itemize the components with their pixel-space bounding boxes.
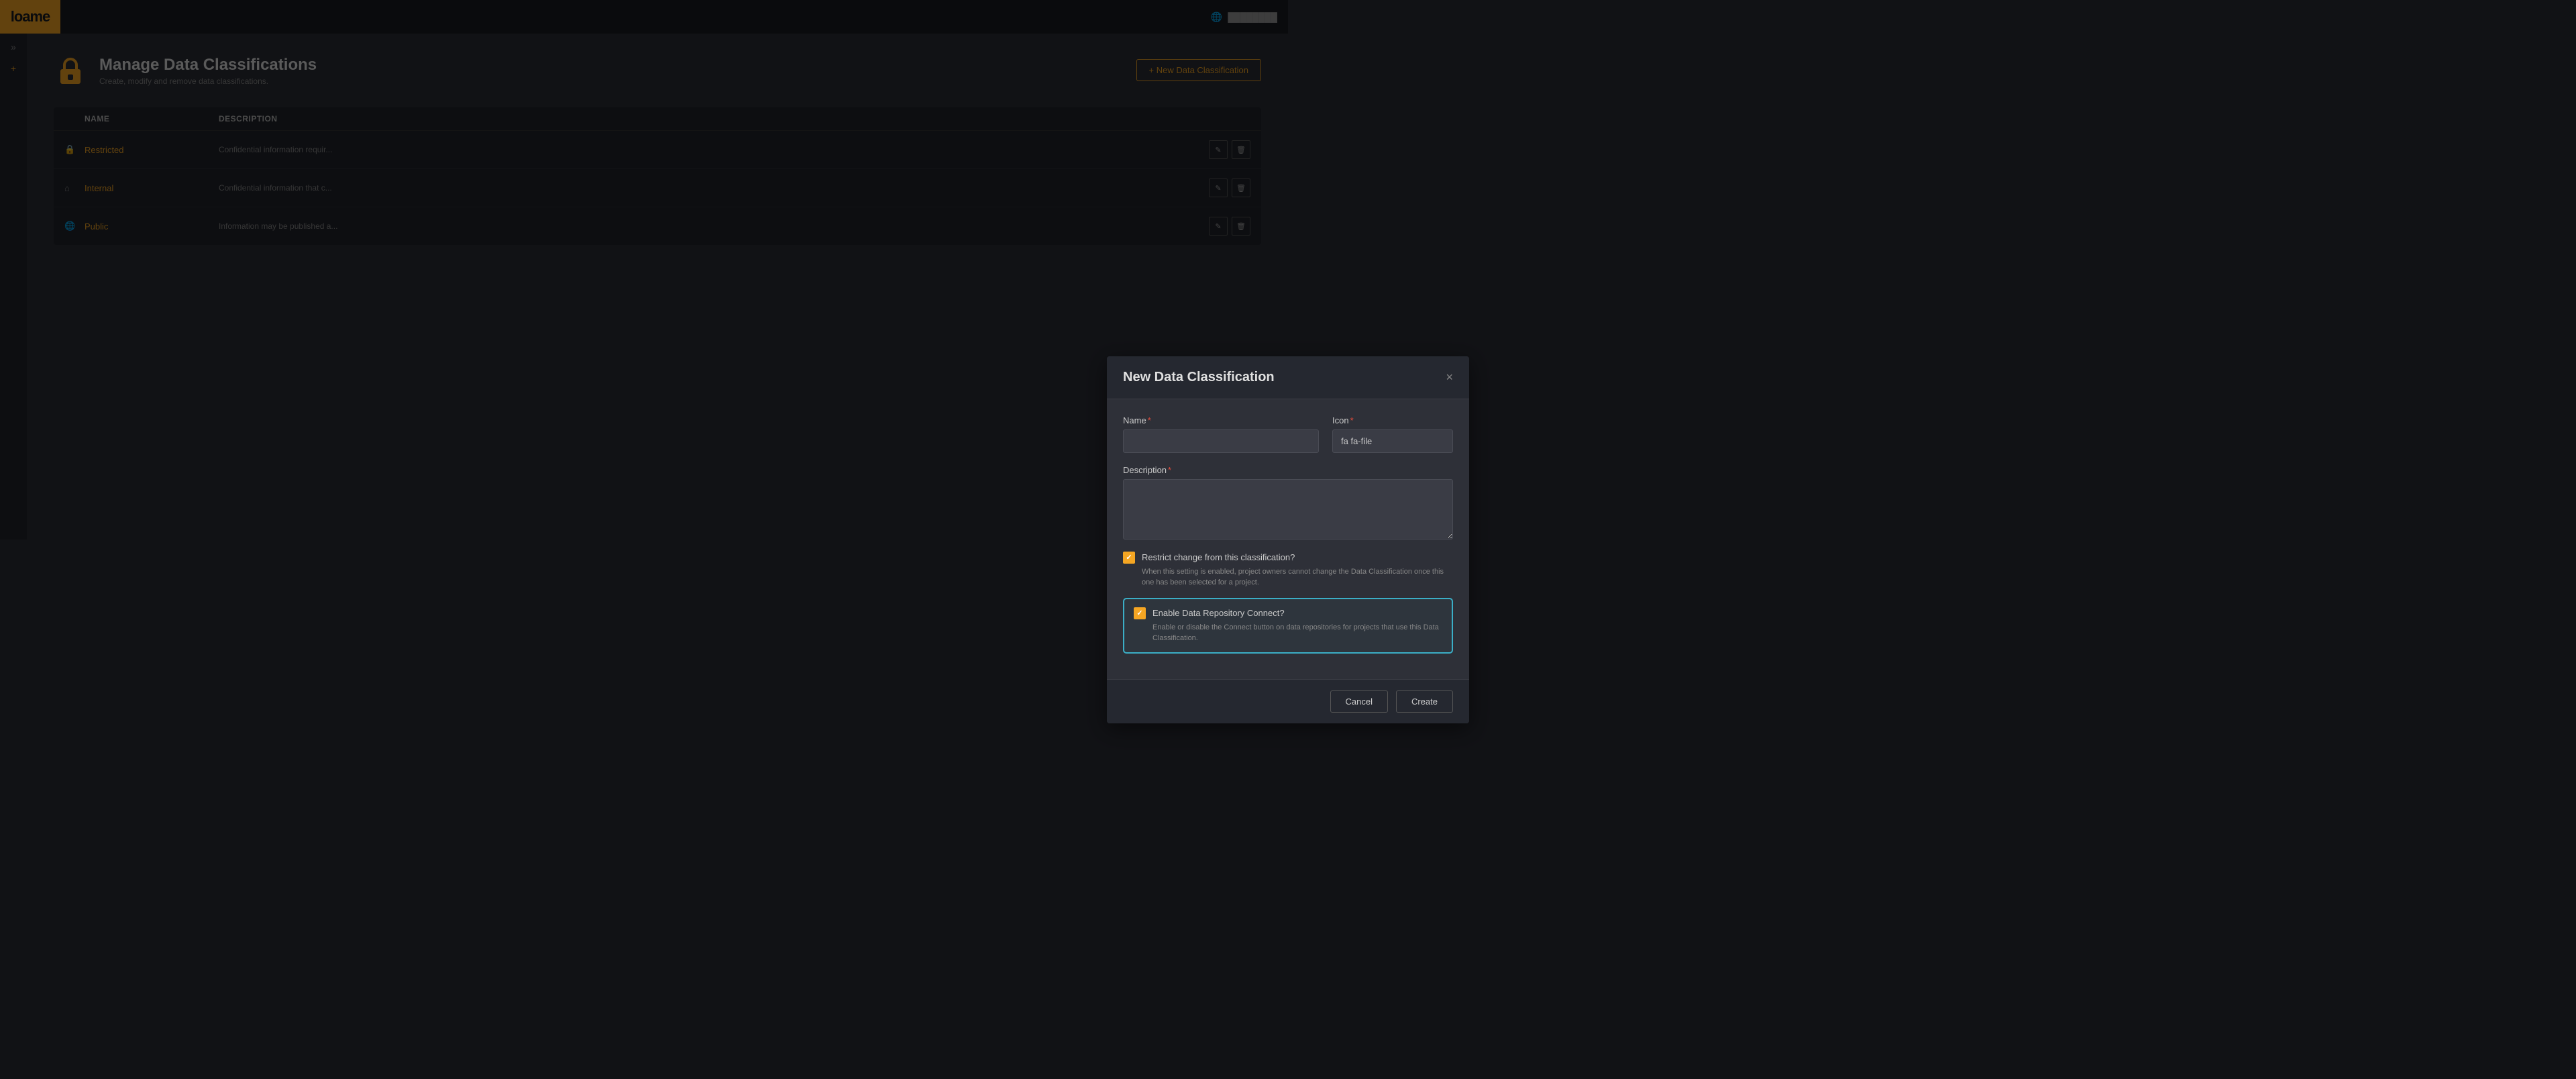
connect-checkbox-label: Enable Data Repository Connect? [1152,608,1285,618]
modal-header: New Data Classification × [1107,356,1469,399]
form-group-description: Description* [1123,465,1453,540]
form-name-icon-row: Name* Icon* [1123,415,1453,453]
connect-checkbox-group: ✓ Enable Data Repository Connect? Enable… [1123,598,1453,654]
restrict-checkbox-group: ✓ Restrict change from this classificati… [1123,552,1453,588]
modal-overlay: New Data Classification × Name* Icon* [0,0,2576,1079]
icon-required: * [1350,415,1354,425]
modal-close-button[interactable]: × [1446,371,1453,383]
restrict-checkbox[interactable]: ✓ [1123,552,1135,564]
name-input[interactable] [1123,429,1319,453]
name-label: Name* [1123,415,1319,425]
cancel-button[interactable]: Cancel [1330,690,1388,713]
form-group-name: Name* [1123,415,1319,453]
icon-input[interactable] [1332,429,1453,453]
create-button[interactable]: Create [1396,690,1453,713]
connect-checkbox[interactable]: ✓ [1134,607,1146,619]
connect-checkbox-desc: Enable or disable the Connect button on … [1152,622,1442,644]
name-required: * [1148,415,1151,425]
connect-checkmark: ✓ [1136,609,1142,617]
new-classification-modal: New Data Classification × Name* Icon* [1107,356,1469,723]
restrict-checkmark: ✓ [1126,553,1132,562]
modal-title: New Data Classification [1123,370,1275,385]
icon-label: Icon* [1332,415,1453,425]
form-group-icon: Icon* [1332,415,1453,453]
modal-footer: Cancel Create [1107,679,1469,723]
description-label: Description* [1123,465,1453,475]
modal-body: Name* Icon* Description* [1107,399,1469,679]
restrict-checkbox-label: Restrict change from this classification… [1142,552,1295,562]
restrict-checkbox-desc: When this setting is enabled, project ow… [1142,566,1453,588]
restrict-checkbox-row: ✓ Restrict change from this classificati… [1123,552,1453,564]
desc-required: * [1168,465,1171,475]
connect-checkbox-row: ✓ Enable Data Repository Connect? [1134,607,1442,619]
description-input[interactable] [1123,479,1453,540]
